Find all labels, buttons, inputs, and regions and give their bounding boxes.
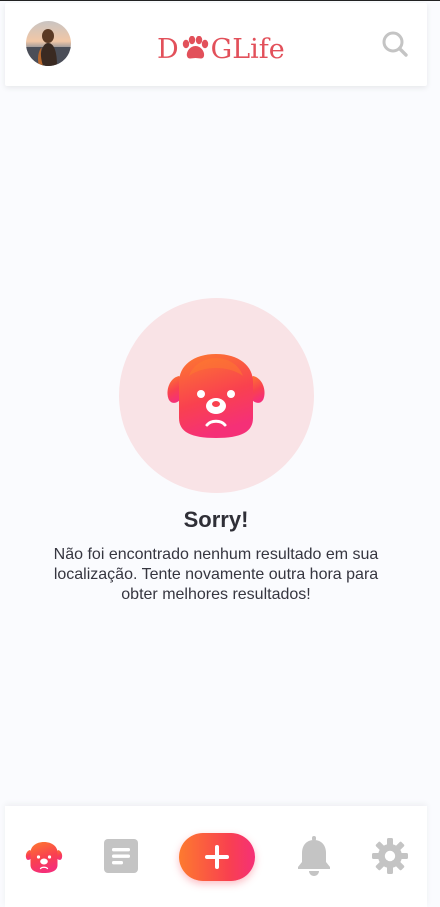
user-avatar[interactable]: [26, 21, 71, 66]
app-header: D GLife: [5, 3, 427, 86]
empty-state-title: Sorry!: [183, 507, 249, 532]
search-icon: [382, 31, 408, 57]
gear-icon: [372, 838, 408, 874]
nav-notifications-button[interactable]: [296, 836, 332, 876]
feed-icon: [104, 839, 138, 873]
paw-icon: [180, 35, 210, 62]
empty-state-message: Não foi encontrado nenhum resultado em s…: [53, 546, 379, 603]
dog-icon: [25, 842, 63, 873]
logo-text-left: D: [157, 33, 179, 65]
nav-home-button[interactable]: [25, 840, 63, 874]
nav-settings-button[interactable]: [372, 838, 408, 874]
add-button[interactable]: [179, 833, 255, 881]
bell-icon: [298, 836, 330, 876]
bottom-navigation: [5, 806, 427, 907]
empty-state-illustration: [119, 298, 314, 493]
app-logo: D GLife: [157, 29, 285, 69]
nav-feed-button[interactable]: [104, 839, 138, 873]
top-divider: [0, 0, 440, 1]
search-button[interactable]: [381, 30, 409, 58]
sad-dog-icon: [167, 354, 265, 438]
logo-text-right: GLife: [210, 33, 285, 65]
plus-icon: [205, 845, 229, 869]
